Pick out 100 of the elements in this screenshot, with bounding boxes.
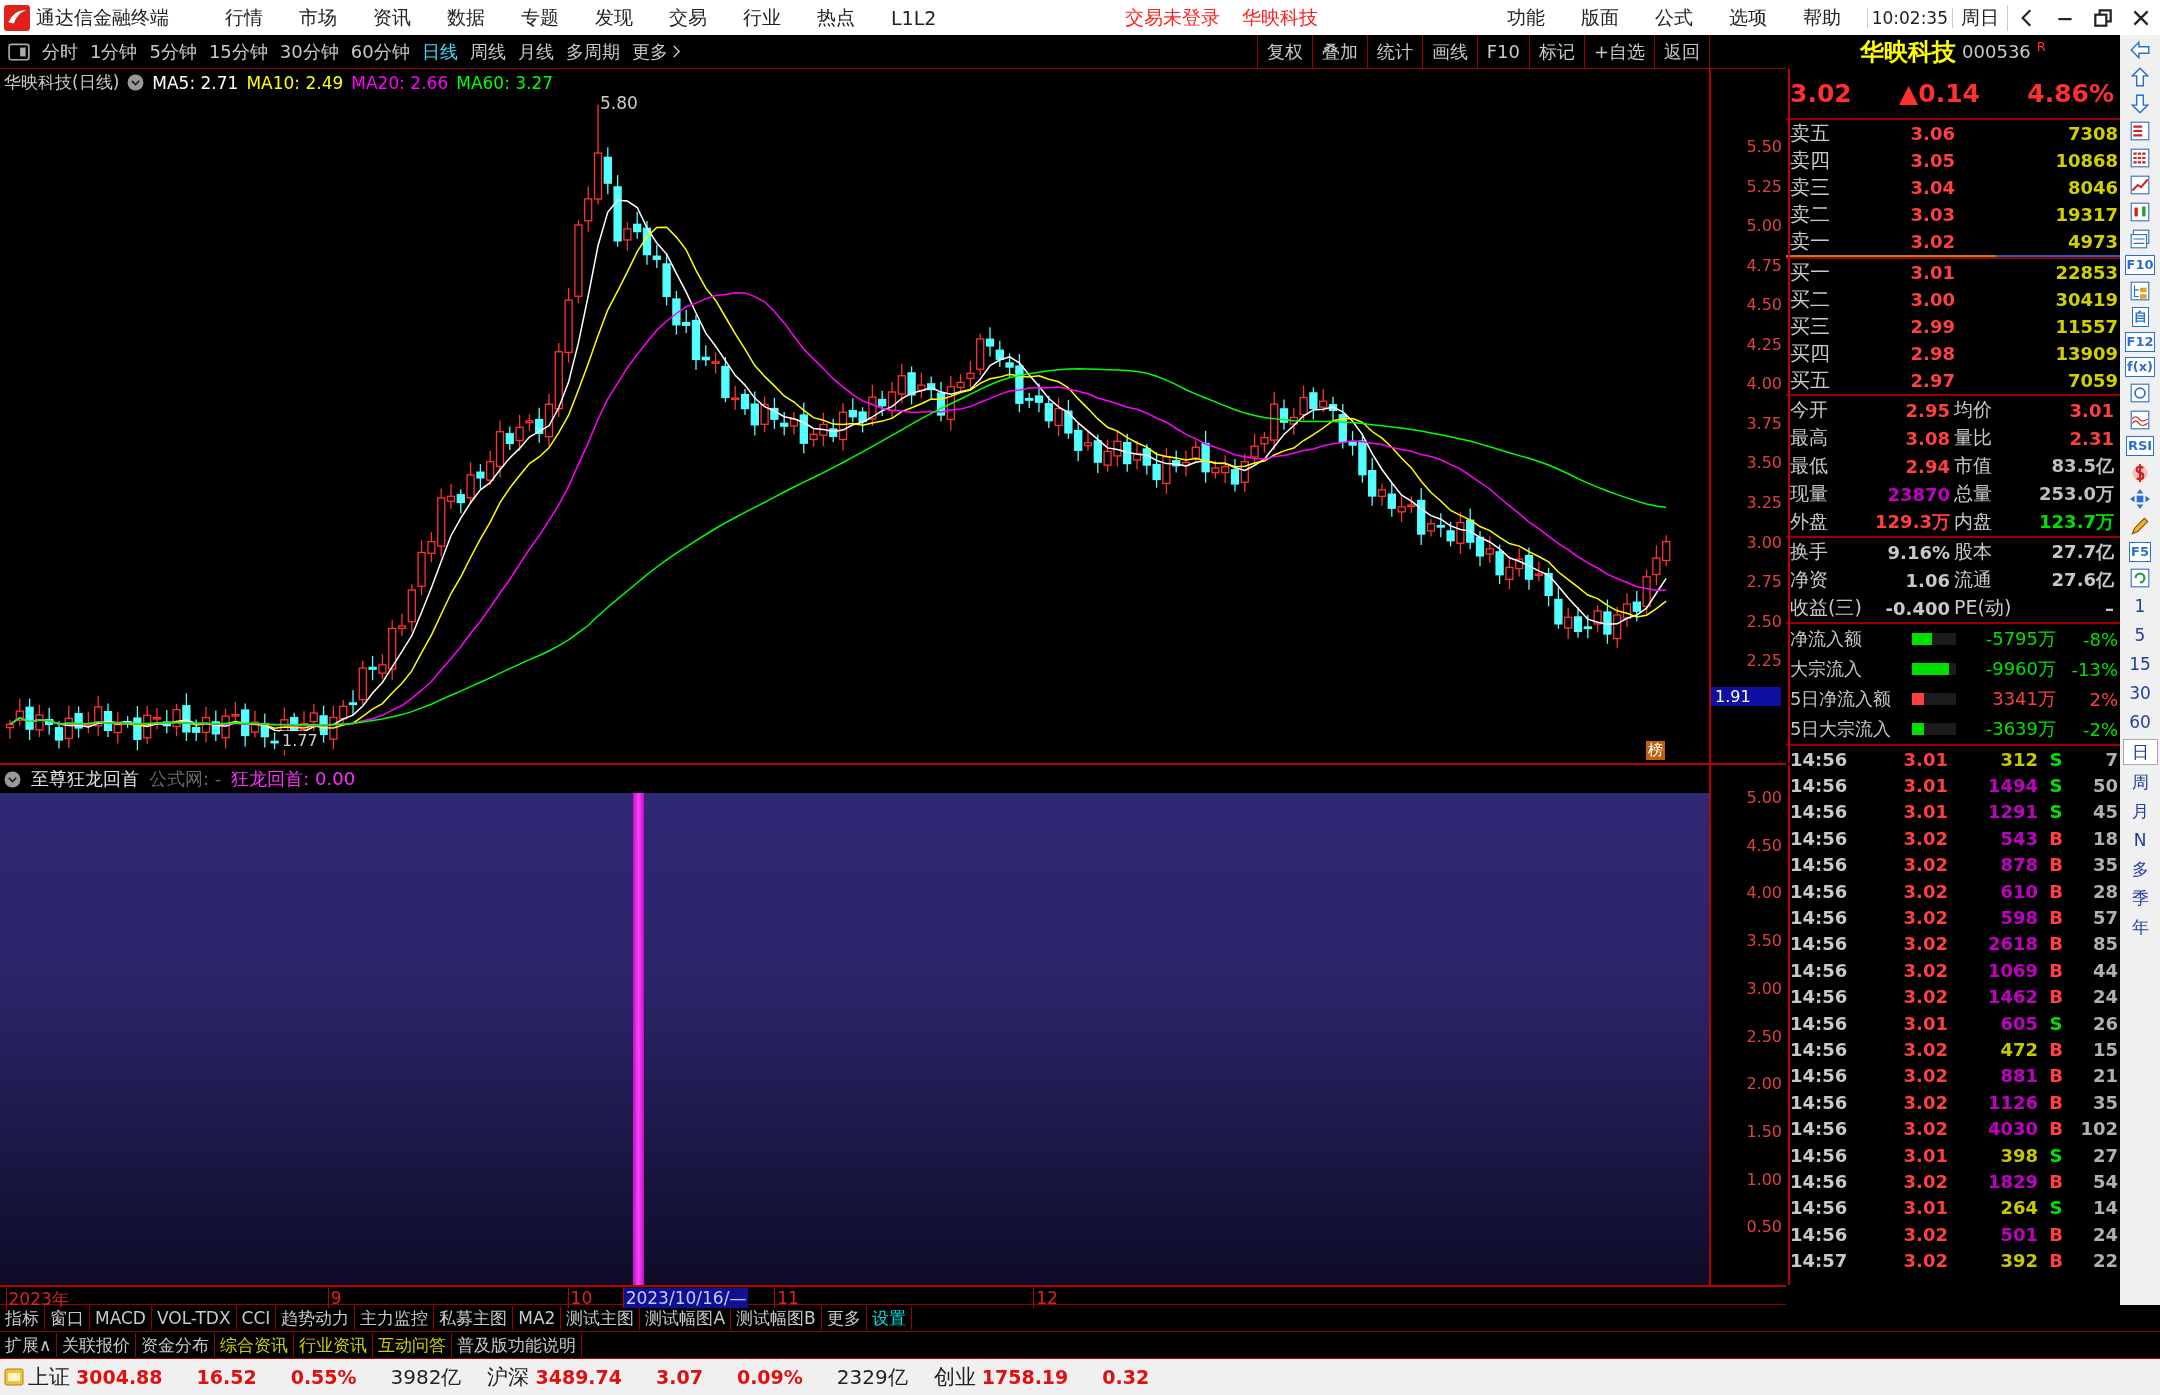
tool-button[interactable]: f(x) [2125, 357, 2155, 377]
tool-button[interactable]: F10 [2124, 255, 2156, 275]
info-tab[interactable]: 互动问答 [373, 1333, 453, 1357]
period-shortcut[interactable]: 1 [2126, 594, 2154, 618]
indicator-tab[interactable]: 测试主图 [561, 1306, 641, 1330]
document-icon[interactable] [2129, 228, 2151, 250]
candlestick-icon[interactable] [2129, 201, 2151, 223]
index-name[interactable]: 沪深 [487, 1363, 530, 1391]
menu-item[interactable]: L1L2 [891, 6, 937, 29]
left-arrow-icon[interactable] [2129, 39, 2151, 61]
indicator-tab[interactable]: 设置 [866, 1306, 912, 1330]
tool-button[interactable]: F5 [2129, 542, 2151, 562]
menu-item[interactable]: 选项 [1728, 4, 1767, 31]
menu-item[interactable]: 专题 [521, 4, 559, 31]
move-icon[interactable] [2129, 488, 2151, 510]
indicator-tab[interactable]: MACD [90, 1306, 152, 1330]
pencil-icon[interactable] [2129, 515, 2151, 537]
indicator-tab[interactable]: 私募主图 [434, 1306, 514, 1330]
period-shortcut[interactable]: 60 [2121, 710, 2159, 734]
period-shortcut[interactable]: 周 [2123, 770, 2157, 794]
period-tab[interactable]: 日线 [421, 39, 458, 64]
period-tab[interactable]: 多周期 [565, 39, 620, 64]
toolbar-button[interactable]: 返回 [1654, 35, 1710, 68]
panel-toggle-icon[interactable] [8, 42, 30, 61]
menu-item[interactable]: 交易 [669, 4, 707, 31]
period-shortcut[interactable]: 30 [2121, 681, 2159, 705]
index-name[interactable]: 创业 [933, 1363, 976, 1391]
tool-button[interactable]: 自 [2131, 307, 2149, 327]
status-alert[interactable]: 华映科技 [1242, 4, 1318, 31]
period-tab[interactable]: 周线 [469, 39, 506, 64]
wave-chart-icon[interactable] [2129, 409, 2151, 431]
menu-item[interactable]: 行业 [743, 4, 781, 31]
menu-item[interactable]: 资讯 [373, 4, 411, 31]
info-tab[interactable]: 综合资讯 [215, 1333, 295, 1357]
indicator-tab[interactable]: 指标 [0, 1306, 45, 1330]
menu-item[interactable]: 行情 [225, 4, 263, 31]
stat-label: 换手 [1790, 539, 1829, 564]
indicator-tab[interactable]: 主力监控 [355, 1306, 435, 1330]
menu-item[interactable]: 公式 [1654, 4, 1693, 31]
axis-tick-label: 3.50 [1746, 453, 1782, 473]
period-shortcut[interactable]: 多 [2123, 857, 2157, 881]
indicator-tab[interactable]: 趋势动力 [276, 1306, 356, 1330]
period-shortcut[interactable]: 15 [2121, 652, 2159, 676]
indicator-tab[interactable]: CCI [236, 1306, 277, 1330]
info-tab[interactable]: 行业资讯 [294, 1333, 374, 1357]
list-marker[interactable]: 榜 [1646, 741, 1665, 760]
axis-tick-label: 2.00 [1746, 1074, 1782, 1094]
app-logo-icon [4, 4, 30, 31]
down-arrow-icon[interactable] [2129, 93, 2151, 115]
info-tab[interactable]: 扩展∧ [0, 1333, 58, 1357]
period-shortcut[interactable]: 年 [2123, 915, 2157, 939]
index-value: 3004.88 [76, 1366, 163, 1388]
period-tab[interactable]: 5分钟 [149, 39, 197, 64]
info-tab[interactable]: 资金分布 [136, 1333, 216, 1357]
menu-item[interactable]: 数据 [447, 4, 485, 31]
menu-item[interactable]: 帮助 [1802, 4, 1841, 31]
period-tab[interactable]: 更多 [631, 39, 668, 64]
index-name[interactable]: 上证 [28, 1363, 70, 1391]
order-volume: 10868 [2054, 150, 2118, 171]
restore-icon[interactable] [2092, 6, 2114, 29]
grid-icon[interactable] [2129, 147, 2151, 169]
tool-button[interactable]: RSI [2125, 436, 2155, 456]
menu-item[interactable]: 热点 [817, 4, 855, 31]
info-tab[interactable]: 普及版功能说明 [452, 1333, 583, 1357]
indicator-tab[interactable]: 测试幅图B [731, 1306, 822, 1330]
chevron-right-icon[interactable] [671, 44, 681, 59]
refresh-icon[interactable] [2129, 567, 2151, 589]
period-tab[interactable]: 1分钟 [90, 39, 138, 64]
period-tab[interactable]: 30分钟 [279, 39, 339, 64]
period-tab[interactable]: 15分钟 [208, 39, 268, 64]
chevron-down-icon[interactable] [127, 74, 145, 91]
stat-label: 最高 [1790, 425, 1829, 450]
indicator-tab[interactable]: 更多 [821, 1306, 867, 1330]
indicator-tab[interactable]: VOL-TDX [151, 1306, 237, 1330]
indicator-tab[interactable]: MA2 [513, 1306, 562, 1330]
status-alert[interactable]: 交易未登录 [1125, 4, 1220, 31]
period-shortcut[interactable]: N [2125, 828, 2155, 852]
menu-item[interactable]: 功能 [1506, 4, 1545, 31]
period-tab[interactable]: 月线 [517, 39, 554, 64]
menu-item[interactable]: 市场 [299, 4, 337, 31]
trade-price: 3.02 [1902, 827, 1948, 849]
tree-icon[interactable] [2129, 280, 2151, 302]
dollar-icon[interactable] [2129, 461, 2151, 483]
up-arrow-icon[interactable] [2129, 66, 2151, 88]
period-shortcut[interactable]: 季 [2123, 886, 2157, 910]
indicator-tab[interactable]: 窗口 [45, 1306, 90, 1330]
index-turnover: 2329亿 [836, 1363, 908, 1391]
table-icon[interactable] [2129, 120, 2151, 142]
line-chart-icon[interactable] [2129, 174, 2151, 196]
tool-button[interactable]: F12 [2124, 332, 2156, 352]
info-tab[interactable]: 关联报价 [57, 1333, 137, 1357]
chevron-down-icon[interactable] [4, 770, 21, 788]
period-shortcut[interactable]: 月 [2123, 799, 2157, 823]
period-shortcut[interactable]: 日 [2122, 739, 2158, 765]
indicator-tab[interactable]: 测试幅图A [640, 1306, 732, 1330]
menu-item[interactable]: 发现 [595, 4, 633, 31]
period-shortcut[interactable]: 5 [2126, 623, 2154, 647]
menu-item[interactable]: 版面 [1580, 4, 1619, 31]
period-tab[interactable]: 分时 [42, 39, 78, 64]
period-tab[interactable]: 60分钟 [350, 39, 410, 64]
